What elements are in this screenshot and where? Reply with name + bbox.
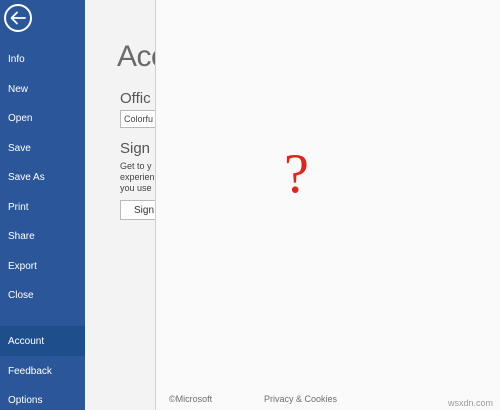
nav-item-export[interactable]: Export — [0, 251, 85, 281]
nav-item-save-as[interactable]: Save As — [0, 162, 85, 192]
nav-item-info[interactable]: Info — [0, 44, 85, 74]
nav-item-open[interactable]: Open — [0, 103, 85, 133]
nav-item-save[interactable]: Save — [0, 133, 85, 163]
nav-item-share[interactable]: Share — [0, 221, 85, 251]
nav-item-account[interactable]: Account — [0, 326, 85, 356]
sign-in-button[interactable]: Sign — [120, 200, 155, 220]
page-title: Acc — [117, 40, 155, 73]
backstage-nav: Info New Open Save Save As Print Share E… — [0, 0, 85, 410]
nav-item-new[interactable]: New — [0, 74, 85, 104]
nav-item-feedback[interactable]: Feedback — [0, 356, 85, 386]
watermark: wsxdn.com — [448, 398, 494, 408]
sign-in-description-line: you use — [120, 183, 152, 193]
question-mark-icon: ? — [284, 143, 309, 205]
sign-in-heading: Sign — [120, 140, 151, 157]
privacy-cookies-link[interactable]: Privacy & Cookies — [264, 394, 337, 404]
nav-item-close[interactable]: Close — [0, 280, 85, 310]
account-page: Acc Offic Colorfu Sign Get to y experien… — [85, 0, 155, 410]
nav-item-print[interactable]: Print — [0, 192, 85, 222]
sign-in-description-line: experien — [120, 172, 155, 182]
office-theme-heading: Offic — [120, 90, 151, 107]
office-theme-select[interactable]: Colorfu — [120, 110, 155, 128]
sign-in-description-line: Get to y — [120, 161, 152, 171]
microsoft-copyright: ©Microsoft — [169, 394, 213, 404]
back-arrow-icon — [10, 11, 26, 25]
back-button[interactable] — [4, 4, 32, 32]
nav-item-options[interactable]: Options — [0, 385, 85, 410]
sign-in-description: Get to y experien you use — [120, 161, 155, 194]
sign-in-dialog: ? ©Microsoft Privacy & Cookies — [155, 0, 500, 410]
